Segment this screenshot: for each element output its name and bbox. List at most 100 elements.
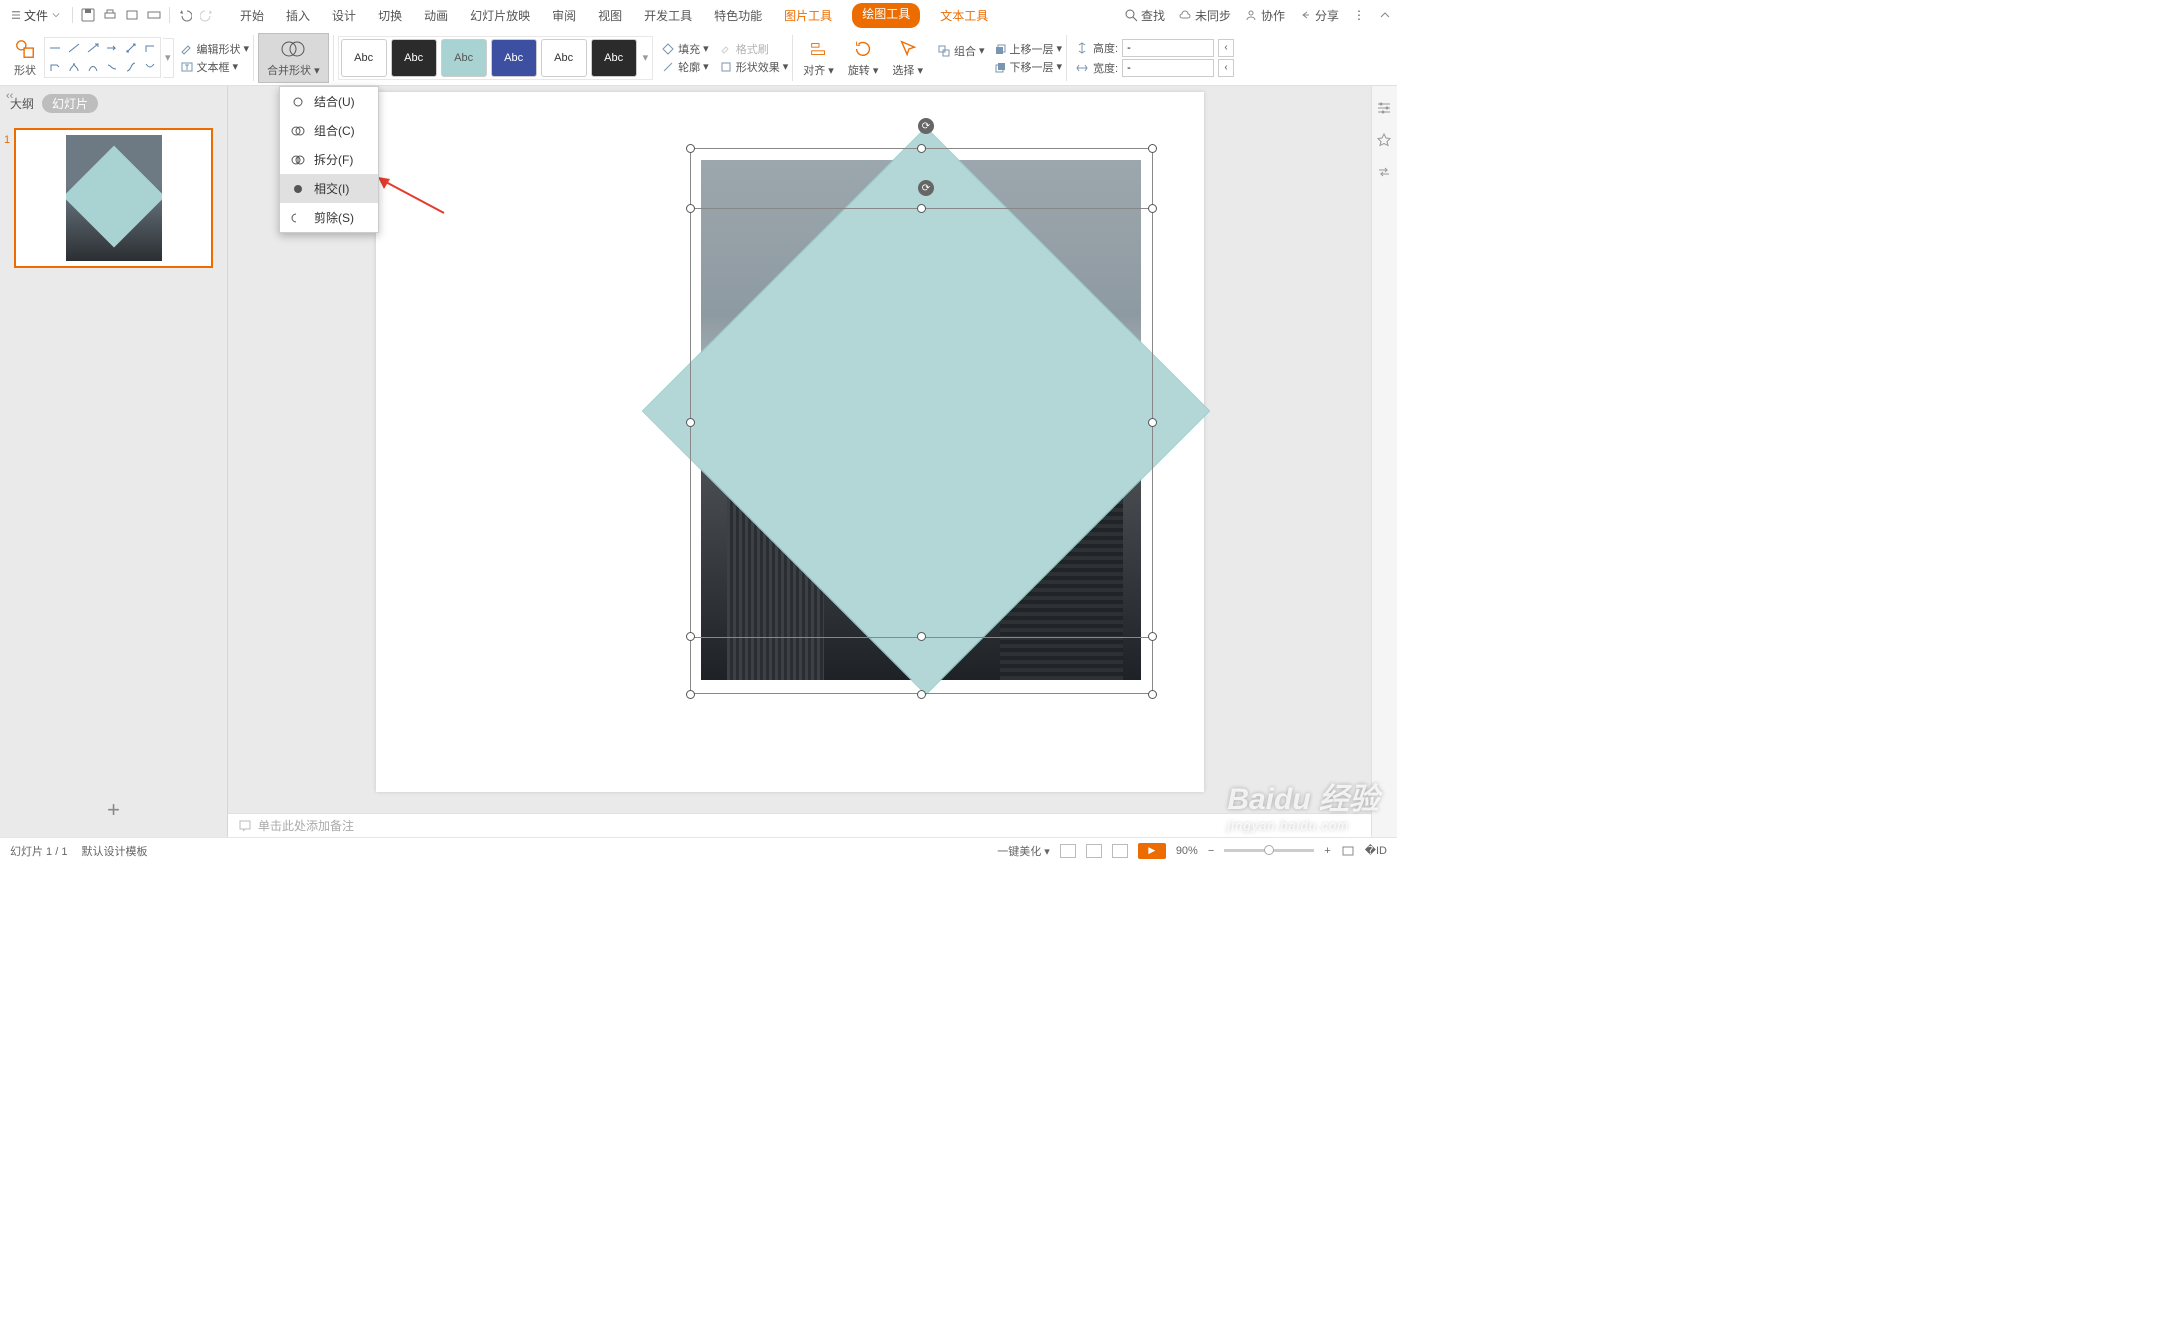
fit-window-icon[interactable] — [1341, 844, 1355, 858]
merge-union[interactable]: 结合(U) — [280, 87, 378, 116]
coop-button[interactable]: 协作 — [1245, 7, 1285, 24]
shape-style-gallery[interactable]: Abc Abc Abc Abc Abc Abc ▾ — [338, 36, 654, 80]
merge-combine[interactable]: 组合(C) — [280, 116, 378, 145]
tab-text-tools[interactable]: 文本工具 — [938, 3, 990, 28]
undo-icon[interactable] — [176, 6, 194, 24]
handle[interactable] — [917, 632, 926, 641]
file-menu[interactable]: 文件 — [6, 5, 66, 26]
print2-icon[interactable] — [145, 6, 163, 24]
handle[interactable] — [686, 204, 695, 213]
tab-transition[interactable]: 切换 — [376, 3, 404, 28]
ribbon: 形状 ▾ 编辑形状 ▾ 文本框 ▾ 合并形状 ▾ Abc Abc Abc Abc… — [0, 30, 1397, 86]
outline-button[interactable]: 轮廓 ▾ — [661, 59, 709, 75]
rotate-handle-2[interactable]: ⟳ — [918, 180, 934, 196]
beautify-button[interactable]: 一键美化 ▾ — [997, 843, 1050, 859]
collapse-panel-icon[interactable]: ‹‹ — [6, 90, 13, 102]
zoom-out-button[interactable]: − — [1208, 845, 1214, 857]
edit-shape-button[interactable]: 编辑形状 ▾ — [180, 41, 250, 57]
settings-strip-icon[interactable] — [1376, 100, 1394, 118]
slide-thumbnail-1[interactable]: 1 — [14, 128, 213, 268]
align-dropdown[interactable]: 对齐 ▾ — [797, 36, 840, 80]
format-painter-button[interactable]: 格式刷 — [719, 41, 789, 57]
tab-slideshow[interactable]: 幻灯片放映 — [468, 3, 532, 28]
collapse-ribbon-icon[interactable] — [1379, 9, 1391, 21]
shape-dropdown[interactable]: 形状 — [8, 36, 42, 80]
rotate-dropdown[interactable]: 旋转 ▾ — [842, 36, 885, 80]
zoom-in-button[interactable]: + — [1324, 845, 1330, 857]
zoom-slider[interactable] — [1224, 849, 1314, 852]
view-normal-icon[interactable] — [1060, 844, 1076, 858]
sync-button[interactable]: 未同步 — [1179, 7, 1231, 24]
bring-forward-button[interactable]: 上移一层 ▾ — [993, 41, 1063, 57]
align-icon — [808, 38, 830, 60]
outline-tab[interactable]: 大纲 — [10, 95, 34, 112]
height-input[interactable] — [1122, 39, 1214, 57]
tab-special[interactable]: 特色功能 — [712, 3, 764, 28]
text-box-button[interactable]: 文本框 ▾ — [180, 59, 250, 75]
tab-review[interactable]: 审阅 — [550, 3, 578, 28]
template-name: 默认设计模板 — [81, 843, 147, 859]
style-preset-4[interactable]: Abc — [491, 39, 537, 77]
canvas-area[interactable]: ✦ ⟳ ⟳ — [228, 86, 1371, 837]
tab-dev[interactable]: 开发工具 — [642, 3, 694, 28]
print-icon[interactable] — [101, 6, 119, 24]
view-reading-icon[interactable] — [1112, 844, 1128, 858]
add-slide-button[interactable]: + — [0, 787, 227, 837]
slideshow-play-button[interactable]: ▶ — [1138, 843, 1166, 859]
save-icon[interactable] — [79, 6, 97, 24]
share-button[interactable]: 分享 — [1299, 7, 1339, 24]
tab-picture-tools[interactable]: 图片工具 — [782, 3, 834, 28]
tab-design[interactable]: 设计 — [330, 3, 358, 28]
selection-group[interactable]: ⟳ ⟳ — [701, 160, 1151, 706]
handle[interactable] — [1148, 418, 1157, 427]
send-backward-button[interactable]: 下移一层 ▾ — [993, 59, 1063, 75]
slides-tab[interactable]: 幻灯片 — [42, 94, 98, 113]
merge-shapes-button[interactable]: 合并形状 ▾ — [258, 33, 329, 83]
handle[interactable] — [686, 632, 695, 641]
more-icon[interactable]: ⋮ — [1353, 8, 1365, 22]
tab-insert[interactable]: 插入 — [284, 3, 312, 28]
tab-view[interactable]: 视图 — [596, 3, 624, 28]
style-preset-3[interactable]: Abc — [441, 39, 487, 77]
shape-effects-button[interactable]: 形状效果 ▾ — [719, 59, 789, 75]
find-button[interactable]: 查找 — [1125, 7, 1165, 24]
tab-animation[interactable]: 动画 — [422, 3, 450, 28]
style-preset-2[interactable]: Abc — [391, 39, 437, 77]
width-input[interactable] — [1122, 59, 1214, 77]
merge-subtract[interactable]: 剪除(S) — [280, 203, 378, 232]
handle[interactable] — [1148, 690, 1157, 699]
style-preset-5[interactable]: Abc — [541, 39, 587, 77]
preview-icon[interactable] — [123, 6, 141, 24]
view-sorter-icon[interactable] — [1086, 844, 1102, 858]
group-button[interactable]: 组合 ▾ — [937, 43, 985, 59]
transfer-strip-icon[interactable] — [1376, 164, 1394, 182]
rotate-handle-1[interactable]: ⟳ — [918, 118, 934, 134]
handle[interactable] — [917, 690, 926, 699]
handle[interactable] — [1148, 204, 1157, 213]
style-preset-6[interactable]: Abc — [591, 39, 637, 77]
handle[interactable] — [1148, 144, 1157, 153]
merge-fragment[interactable]: 拆分(F) — [280, 145, 378, 174]
style-preset-1[interactable]: Abc — [341, 39, 387, 77]
template-strip-icon[interactable] — [1376, 132, 1394, 150]
grid-menu-icon[interactable]: �ID — [1365, 844, 1387, 857]
tab-drawing-tools[interactable]: 绘图工具 — [852, 3, 920, 28]
style-gallery-more[interactable]: ▾ — [641, 51, 651, 64]
slide-canvas[interactable]: ⟳ ⟳ — [376, 92, 1204, 792]
tab-start[interactable]: 开始 — [238, 3, 266, 28]
handle[interactable] — [917, 204, 926, 213]
select-dropdown[interactable]: 选择 ▾ — [886, 36, 929, 80]
fill-button[interactable]: 填充 ▾ — [661, 41, 709, 57]
shape-gallery-more[interactable]: ▾ — [163, 38, 174, 78]
handle[interactable] — [1148, 632, 1157, 641]
handle[interactable] — [686, 418, 695, 427]
handle[interactable] — [686, 144, 695, 153]
handle[interactable] — [917, 144, 926, 153]
shape-gallery[interactable] — [44, 37, 161, 78]
redo-icon[interactable] — [198, 6, 216, 24]
handle[interactable] — [686, 690, 695, 699]
width-stepper[interactable]: ‹ — [1218, 59, 1234, 77]
notes-bar[interactable]: 单击此处添加备注 — [228, 813, 1371, 837]
merge-intersect[interactable]: 相交(I) — [280, 174, 378, 203]
height-stepper[interactable]: ‹ — [1218, 39, 1234, 57]
